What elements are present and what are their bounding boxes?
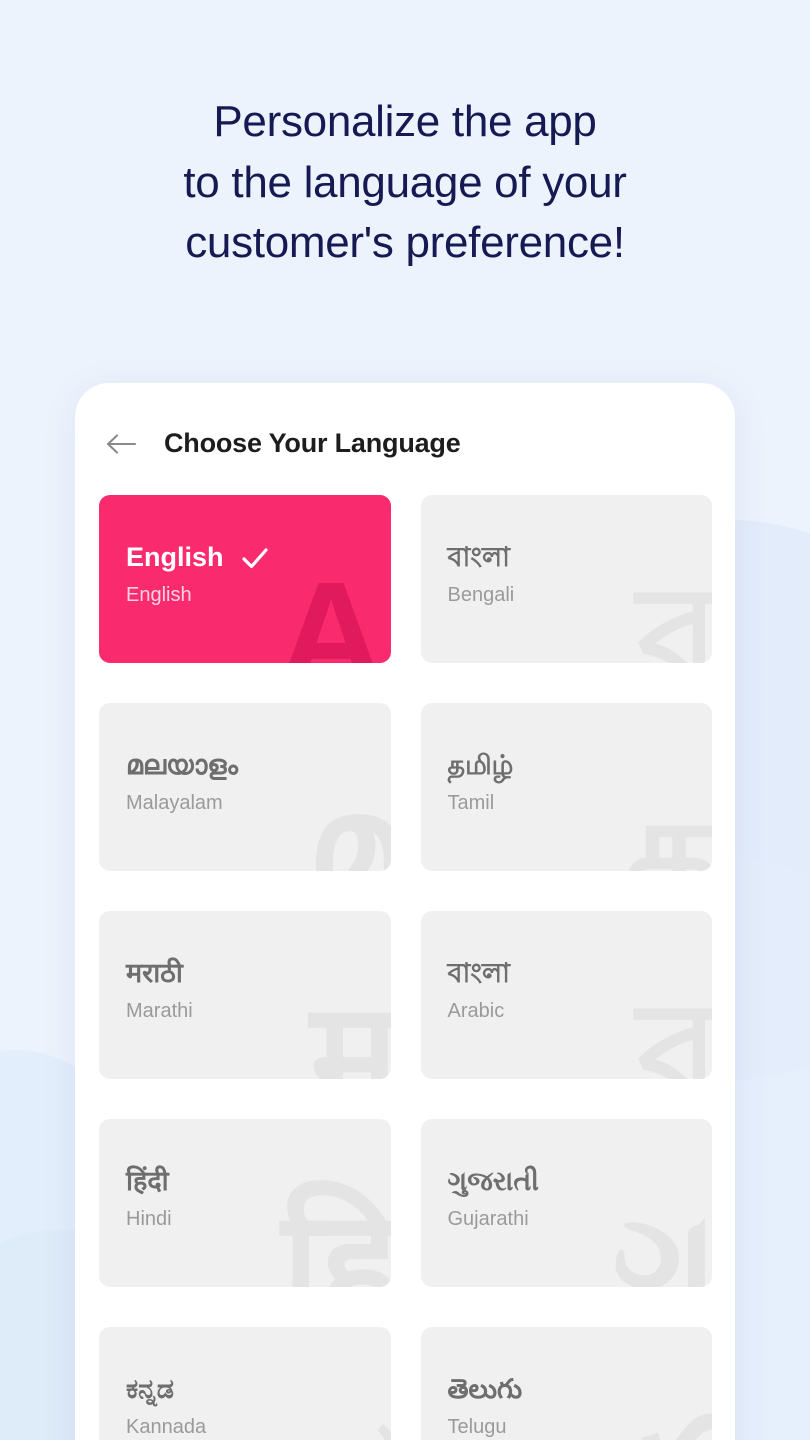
language-watermark-glyph: മ	[305, 766, 391, 872]
language-native-label: मराठी	[126, 958, 183, 988]
language-watermark-glyph: ગ	[611, 1182, 712, 1288]
language-native-label: தமிழ்	[447, 750, 514, 780]
language-english-label: Bengali	[447, 583, 515, 606]
phone-app-frame: Choose Your Language A English English ব বাং…	[75, 383, 735, 1440]
language-watermark-glyph: म	[309, 974, 391, 1080]
language-native-label: ಕನ್ನಡ	[126, 1374, 175, 1404]
language-card[interactable]: க தமிழ் Tamil	[420, 703, 713, 872]
check-icon	[240, 545, 270, 571]
language-native-label: English	[126, 542, 224, 572]
language-native-name: മലയാളം	[126, 750, 391, 781]
language-native-name: हिंदी	[126, 1166, 391, 1197]
language-native-label: മലയാളം	[126, 750, 238, 780]
language-native-name: தமிழ்	[447, 750, 713, 781]
language-english-label: Marathi	[126, 999, 193, 1022]
language-native-label: తెలుగు	[447, 1374, 523, 1404]
language-english-label: Arabic	[447, 999, 505, 1022]
language-native-name: मराठी	[126, 958, 391, 989]
language-native-label: বাংলা	[447, 958, 510, 988]
language-card[interactable]: മ മലയാളം Malayalam	[99, 703, 391, 871]
language-native-label: हिंदी	[126, 1166, 169, 1196]
language-watermark-glyph: हि	[281, 1182, 391, 1288]
language-card[interactable]: हि हिंदी Hindi	[99, 1119, 391, 1287]
language-native-name: తెలుగు	[447, 1374, 713, 1405]
language-watermark-glyph: க	[625, 766, 712, 872]
language-card[interactable]: తతెలుగుTelugu	[420, 1327, 713, 1440]
language-native-name: ಕನ್ನಡ	[126, 1374, 391, 1405]
language-card[interactable]: ব বাংলা Bengali	[420, 495, 713, 664]
language-native-name: বাংলা	[447, 958, 713, 989]
language-native-label: ગુજરાતી	[447, 1166, 539, 1196]
language-card[interactable]: म मराठी Marathi	[99, 911, 391, 1079]
language-watermark-glyph: A	[277, 552, 385, 664]
language-native-name: English	[126, 542, 391, 573]
language-english-label: Tamil	[447, 791, 495, 814]
language-english-label: Telugu	[447, 1415, 507, 1438]
language-card[interactable]: ગ ગુજરાતી Gujarathi	[420, 1119, 713, 1288]
language-english-label: Malayalam	[126, 791, 223, 814]
language-grid: A English English ব বাংলা Bengali മ മലയാളം Malay…	[75, 475, 735, 1440]
language-english-label: English	[126, 583, 192, 606]
language-native-label: বাংলা	[447, 542, 510, 572]
back-button[interactable]	[100, 423, 142, 465]
promo-headline: Personalize the app to the language of y…	[183, 97, 627, 268]
language-english-label: Kannada	[126, 1415, 207, 1438]
language-english-label: Hindi	[126, 1207, 172, 1230]
language-english-label: Gujarathi	[447, 1207, 529, 1230]
app-bar: Choose Your Language	[75, 383, 735, 475]
arrow-left-icon	[105, 432, 137, 456]
language-watermark-glyph: ব	[637, 558, 712, 664]
language-card[interactable]: A English English	[99, 495, 391, 663]
language-watermark-glyph: ব	[637, 974, 712, 1080]
page-title: Choose Your Language	[164, 428, 461, 458]
language-card[interactable]: ব বাংলা Arabic	[420, 911, 713, 1080]
language-native-name: ગુજરાતી	[447, 1166, 713, 1197]
language-native-name: বাংলা	[447, 542, 713, 573]
language-card[interactable]: ಕಕನ್ನಡKannada	[99, 1327, 391, 1440]
